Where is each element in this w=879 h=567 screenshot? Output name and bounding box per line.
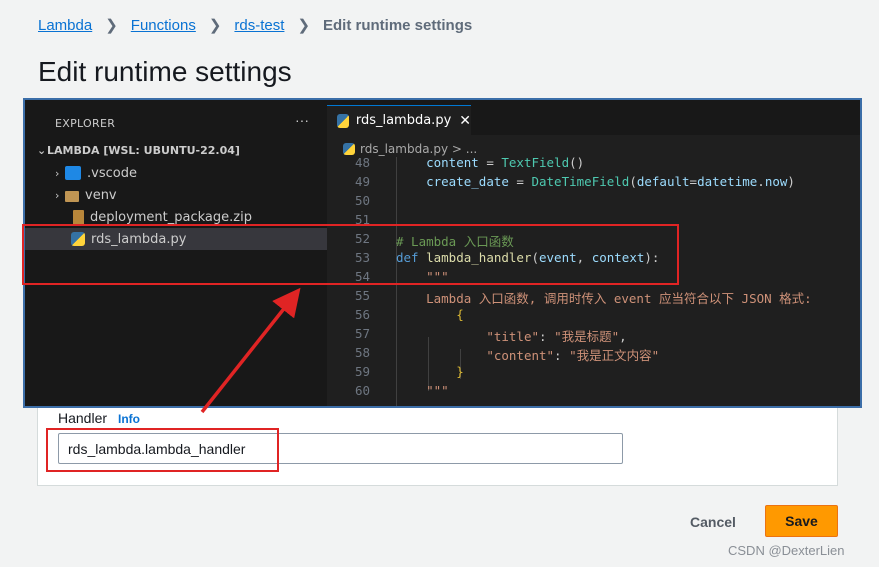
chevron-down-icon: ⌄	[37, 144, 47, 157]
code-text: create_date = DateTimeField(default=date…	[426, 174, 795, 189]
line-number: 54	[354, 269, 370, 284]
code-text: "content": "我是正文内容"	[486, 348, 660, 363]
tab-rds-lambda[interactable]: rds_lambda.py ✕	[327, 105, 471, 135]
workspace-root[interactable]: ⌄ LAMBDA [WSL: UBUNTU-22.04]	[37, 144, 240, 157]
line-number: 49	[354, 174, 370, 189]
tab-bar: rds_lambda.py ✕	[327, 100, 860, 135]
save-button[interactable]: Save	[765, 505, 838, 537]
zip-icon	[73, 209, 84, 225]
code-line[interactable]: 48 content = TextField()	[327, 157, 860, 174]
line-number: 53	[354, 250, 370, 265]
code-text: """	[396, 269, 449, 284]
editor-breadcrumb[interactable]: rds_lambda.py > ...	[343, 142, 477, 156]
more-actions-icon[interactable]: ···	[295, 112, 309, 128]
code-text: # Lambda 入口函数	[396, 234, 514, 249]
tree-item-label: .vscode	[87, 165, 137, 181]
line-number: 58	[354, 345, 370, 360]
chevron-right-icon: ❯	[105, 17, 118, 34]
vscode-folder-icon	[65, 166, 81, 180]
line-number: 52	[354, 231, 370, 246]
watermark: CSDN @DexterLien	[728, 543, 845, 558]
breadcrumb: Lambda ❯ Functions ❯ rds-test ❯ Edit run…	[38, 16, 473, 35]
code-line[interactable]: 58 "content": "我是正文内容"	[327, 345, 860, 364]
line-number: 59	[354, 364, 370, 379]
close-icon[interactable]: ✕	[459, 113, 471, 129]
chevron-right-icon: ❯	[208, 17, 222, 34]
code-line[interactable]: 54 """	[327, 269, 860, 288]
handler-label: Handler	[58, 410, 108, 426]
chevron-right-icon: ›	[55, 188, 60, 202]
code-text: def lambda_handler(event, context):	[396, 250, 660, 265]
line-number: 56	[354, 307, 370, 322]
tree-item-deployment-package[interactable]: deployment_package.zip	[25, 206, 327, 228]
code-line[interactable]: 52 # Lambda 入口函数	[327, 231, 860, 250]
code-text: content = TextField()	[426, 157, 585, 170]
tree-item-rds-lambda[interactable]: rds_lambda.py	[25, 228, 327, 250]
line-number: 48	[354, 157, 370, 170]
breadcrumb-current: Edit runtime settings	[323, 16, 473, 34]
tab-label: rds_lambda.py	[355, 113, 452, 128]
code-text: {	[396, 307, 464, 322]
code-text: }	[396, 364, 464, 379]
code-editor: rds_lambda.py ✕ rds_lambda.py > ... 48 c…	[327, 100, 860, 406]
vscode-window: EXPLORER ··· ⌄ LAMBDA [WSL: UBUNTU-22.04…	[25, 100, 860, 406]
python-icon	[343, 143, 355, 155]
workspace-label: LAMBDA [WSL: UBUNTU-22.04]	[47, 144, 240, 157]
code-line[interactable]: 59 }	[327, 364, 860, 383]
explorer-panel: EXPLORER ··· ⌄ LAMBDA [WSL: UBUNTU-22.04…	[25, 100, 327, 406]
breadcrumb-rds-test[interactable]: rds-test	[234, 17, 284, 34]
tree-item-venv[interactable]: › venv	[25, 184, 327, 206]
line-number: 50	[354, 193, 370, 208]
chevron-right-icon: ›	[55, 166, 60, 180]
code-text: Lambda 入口函数, 调用时传入 event 应当符合以下 JSON 格式:	[396, 291, 812, 306]
code-line[interactable]: 49 create_date = DateTimeField(default=d…	[327, 174, 860, 193]
code-line[interactable]: 56 {	[327, 307, 860, 326]
line-number: 55	[354, 288, 370, 303]
handler-input[interactable]	[58, 433, 623, 464]
code-line[interactable]: 57 "title": "我是标题",	[327, 326, 860, 345]
tree-item-label: rds_lambda.py	[91, 231, 187, 247]
line-number: 57	[354, 326, 370, 341]
folder-icon	[65, 190, 79, 202]
breadcrumb-lambda[interactable]: Lambda	[38, 17, 92, 34]
code-text: """	[396, 383, 449, 398]
code-text: "title": "我是标题",	[486, 329, 627, 344]
tree-item-label: deployment_package.zip	[90, 209, 252, 225]
code-line[interactable]: 55 Lambda 入口函数, 调用时传入 event 应当符合以下 JSON …	[327, 288, 860, 307]
python-icon	[337, 113, 349, 128]
chevron-right-icon: ❯	[297, 17, 311, 34]
tree-item-vscode[interactable]: › .vscode	[25, 162, 327, 184]
explorer-title: EXPLORER	[55, 117, 116, 130]
breadcrumb-functions[interactable]: Functions	[131, 17, 196, 34]
code-line[interactable]: 53 def lambda_handler(event, context):	[327, 250, 860, 269]
code-area[interactable]: 48 content = TextField() 49 create_date =…	[327, 157, 860, 406]
tree-item-label: venv	[85, 187, 117, 203]
page-title: Edit runtime settings	[38, 56, 292, 87]
handler-info-link[interactable]: Info	[118, 412, 140, 426]
cancel-button[interactable]: Cancel	[680, 508, 746, 536]
code-line[interactable]: 60 """	[327, 383, 860, 402]
code-line[interactable]: 51	[327, 212, 860, 231]
line-number: 51	[354, 212, 370, 227]
python-icon	[71, 232, 85, 246]
code-line[interactable]: 50	[327, 193, 860, 212]
line-number: 60	[354, 383, 370, 398]
editor-breadcrumb-label: rds_lambda.py > ...	[360, 142, 478, 156]
